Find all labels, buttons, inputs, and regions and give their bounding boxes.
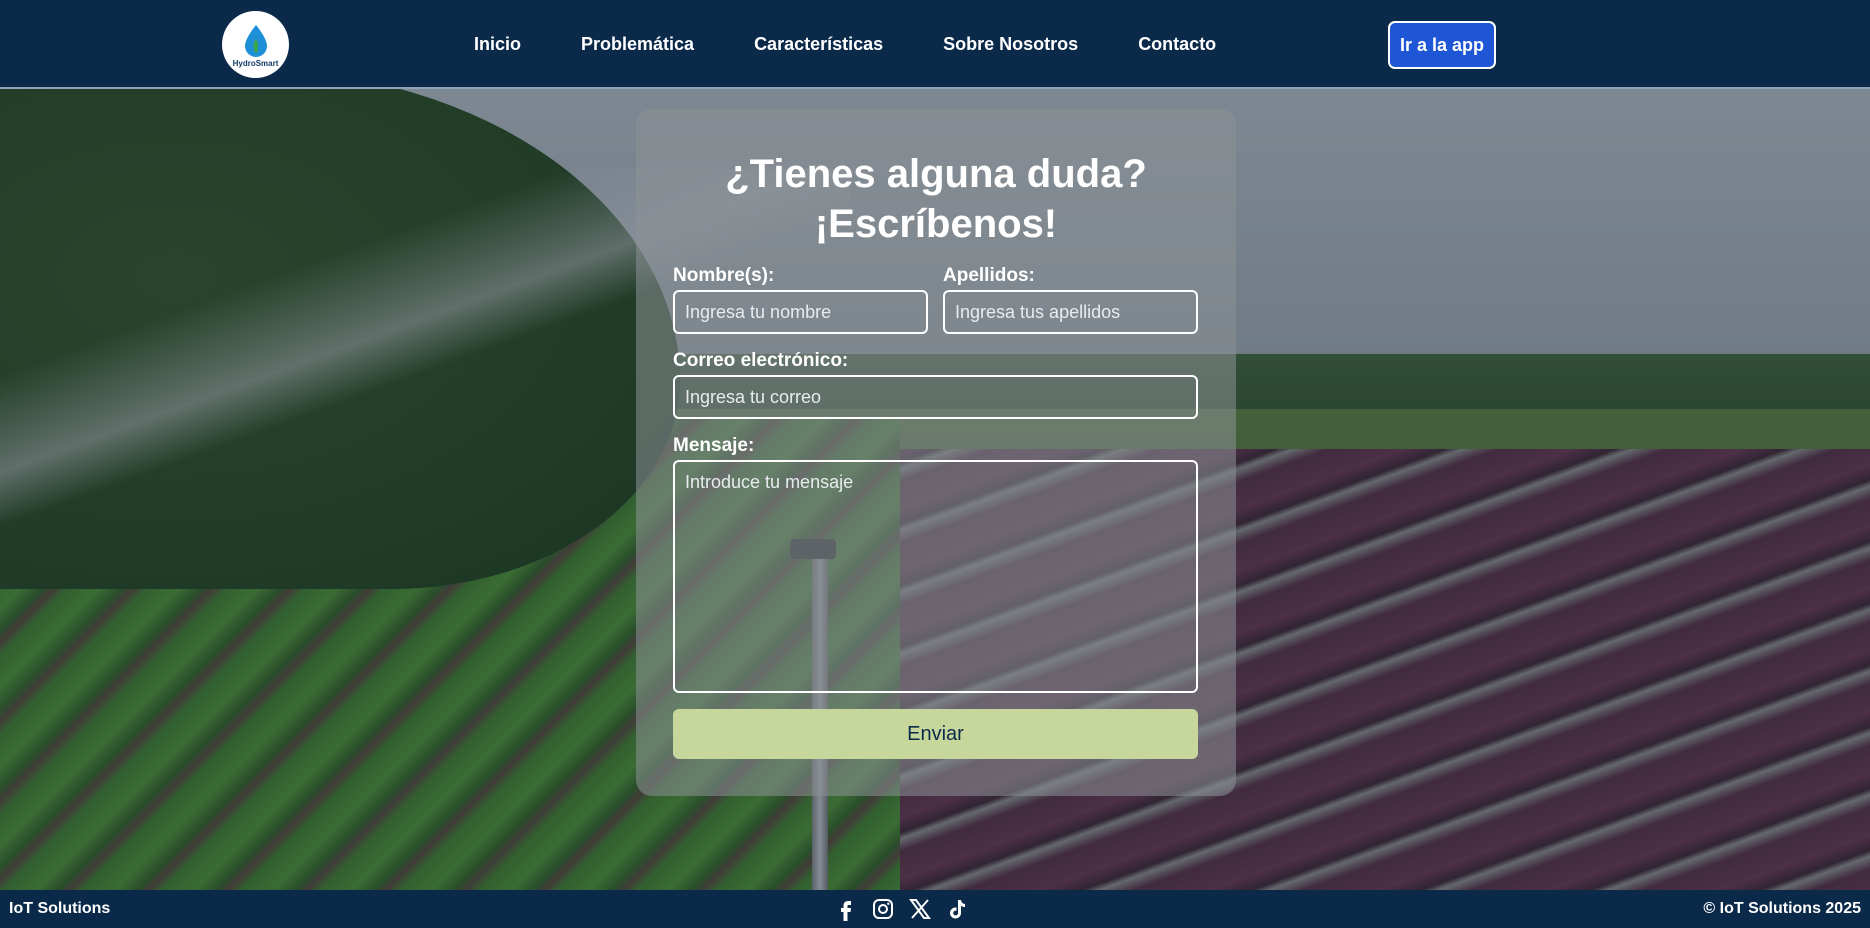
footer-copyright: © IoT Solutions 2025 bbox=[1703, 900, 1861, 917]
submit-button[interactable]: Enviar bbox=[673, 709, 1198, 759]
footer: IoT Solutions © IoT Solutions 2025 bbox=[0, 890, 1870, 928]
x-icon[interactable] bbox=[908, 897, 932, 921]
top-navbar: HydroSmart Inicio Problemática Caracterí… bbox=[0, 0, 1870, 89]
message-textarea[interactable] bbox=[673, 460, 1198, 693]
form-title: ¿Tienes alguna duda? ¡Escríbenos! bbox=[636, 149, 1236, 249]
first-name-label: Nombre(s): bbox=[673, 265, 775, 286]
nav-contacto[interactable]: Contacto bbox=[1138, 34, 1216, 55]
instagram-icon[interactable] bbox=[871, 897, 895, 921]
main-nav: Inicio Problemática Características Sobr… bbox=[474, 0, 1216, 89]
hydrosmart-logo[interactable]: HydroSmart bbox=[222, 11, 289, 78]
tiktok-icon[interactable] bbox=[945, 897, 969, 921]
last-name-label: Apellidos: bbox=[943, 265, 1035, 286]
social-links bbox=[834, 897, 969, 921]
nav-inicio[interactable]: Inicio bbox=[474, 34, 521, 55]
email-input[interactable] bbox=[673, 375, 1198, 419]
logo-text: HydroSmart bbox=[232, 58, 279, 68]
nav-problematica[interactable]: Problemática bbox=[581, 34, 694, 55]
nav-sobre-nosotros[interactable]: Sobre Nosotros bbox=[943, 34, 1078, 55]
go-to-app-button[interactable]: Ir a la app bbox=[1388, 21, 1496, 69]
footer-brand: IoT Solutions bbox=[9, 900, 111, 917]
water-drop-icon bbox=[244, 24, 267, 57]
email-label: Correo electrónico: bbox=[673, 350, 849, 371]
form-title-line2: ¡Escríbenos! bbox=[814, 202, 1058, 246]
nav-caracteristicas[interactable]: Características bbox=[754, 34, 883, 55]
contact-form-card: ¿Tienes alguna duda? ¡Escríbenos! Nombre… bbox=[636, 109, 1236, 796]
form-title-line1: ¿Tienes alguna duda? bbox=[725, 152, 1147, 196]
facebook-icon[interactable] bbox=[834, 897, 858, 921]
message-label: Mensaje: bbox=[673, 435, 755, 456]
last-name-input[interactable] bbox=[943, 290, 1198, 334]
first-name-input[interactable] bbox=[673, 290, 928, 334]
